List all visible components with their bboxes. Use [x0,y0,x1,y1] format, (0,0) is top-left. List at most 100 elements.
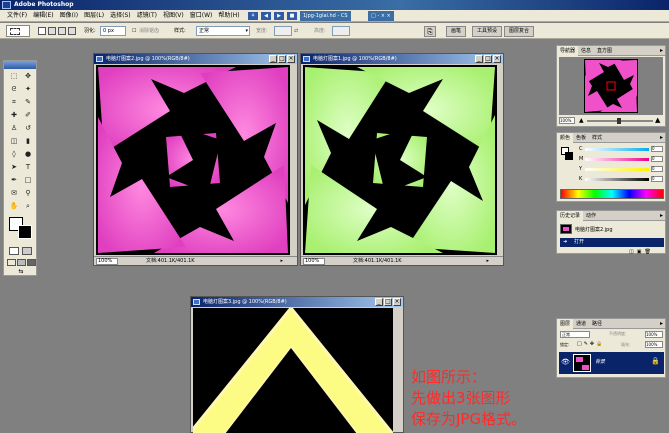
slider-y[interactable] [585,168,649,171]
zoom-field[interactable]: 100% [96,258,118,265]
maximize-button[interactable]: □ [384,298,392,306]
zoom-in-icon[interactable]: ▲ [655,117,660,124]
minimize-button[interactable]: _ [269,55,277,63]
value-k[interactable]: 0 [651,176,663,182]
document-title-bar[interactable]: 电脑灯图案2.jpg @ 100%(RGB/8#) _ □ × [94,54,297,64]
width-input[interactable] [274,26,292,36]
back-icon[interactable]: ◀ [261,12,271,20]
task-controls[interactable]: □ - × × [368,11,394,21]
history-brush-icon[interactable]: ↺ [22,123,34,134]
screen-mode-3-icon[interactable] [27,259,36,266]
eraser-tool-icon[interactable]: ◫ [8,136,20,147]
slider-c[interactable] [585,148,649,151]
tab-tool-presets[interactable]: 工具预设 [472,26,503,37]
minimize-button[interactable]: _ [475,55,483,63]
zoom-out-icon[interactable]: ▲ [579,118,584,124]
panel-menu-icon[interactable]: ▸ [660,134,663,141]
menu-select[interactable]: 选择(S) [107,10,134,22]
screen-mode-1-icon[interactable] [7,259,16,266]
marquee-preset-icon[interactable] [6,25,30,37]
eye-icon[interactable]: 👁 [561,358,570,366]
status-arrow-icon[interactable]: ▸ [486,257,489,266]
menu-edit[interactable]: 编辑(E) [30,10,56,22]
history-step-open[interactable]: ➜ 打开 [560,238,664,247]
marquee-tool-icon[interactable]: ⬚ [8,71,20,82]
style-select[interactable]: 正常 ▾ [196,26,250,36]
tab-swatches[interactable]: 色板 [573,133,589,143]
blur-tool-icon[interactable]: ◊ [8,149,20,160]
tab-layers[interactable]: 图层 [557,319,574,329]
tab-layer-comps[interactable]: 图层复合 [504,26,535,37]
new-selection-icon[interactable] [38,27,46,35]
maximize-button[interactable]: □ [278,55,286,63]
menu-file[interactable]: 文件(F) [4,10,30,22]
menu-layer[interactable]: 图层(L) [81,10,107,22]
add-selection-icon[interactable] [48,27,56,35]
antialias-checkbox[interactable]: ☐ [132,26,136,36]
background-color-swatch[interactable] [18,225,32,239]
close-button[interactable]: × [287,55,295,63]
navigator-zoom-field[interactable]: 100% [559,117,575,124]
zoom-slider-thumb[interactable] [617,118,621,124]
blend-mode-select[interactable]: 正常 [560,331,590,338]
magic-wand-icon[interactable]: ✦ [22,84,34,95]
crop-tool-icon[interactable]: ⌗ [8,97,20,108]
standard-mode-icon[interactable] [9,247,19,255]
navigator-preview[interactable] [559,57,663,115]
close-button[interactable]: × [393,298,401,306]
feather-input[interactable]: 0 px [100,26,126,36]
dodge-tool-icon[interactable]: ● [22,149,34,160]
tab-paths[interactable]: 路径 [589,319,605,329]
tab-actions[interactable]: 动作 [583,211,599,221]
value-m[interactable]: 0 [651,156,663,162]
document-title-bar[interactable]: 电脑灯图案3.jpg @ 100%(RGB/8#) _ □ × [191,297,403,307]
forward-icon[interactable]: ▶ [274,12,284,20]
minimize-button[interactable]: _ [375,298,383,306]
fill-input[interactable]: 100% [645,341,663,348]
quick-mask-icon[interactable] [22,247,32,255]
document-title-bar[interactable]: 电脑灯图案1.jpg @ 100%(RGB/8#) _ □ × [301,54,503,64]
zoom-field[interactable]: 100% [303,258,325,265]
value-y[interactable]: 0 [651,166,663,172]
shape-tool-icon[interactable]: □ [22,175,34,186]
slice-tool-icon[interactable]: ✎ [22,97,34,108]
lasso-tool-icon[interactable]: ᘓ [8,84,20,95]
color-ramp[interactable] [560,189,664,199]
tab-info[interactable]: 信息 [578,46,594,56]
screen-mode-2-icon[interactable] [17,259,26,266]
maximize-button[interactable]: □ [484,55,492,63]
status-arrow-icon[interactable]: ▸ [280,257,283,266]
slider-m[interactable] [585,158,649,161]
menu-image[interactable]: 图像(I) [57,10,81,22]
layer-row-background[interactable]: 👁 背景 🔒 [559,352,664,374]
menu-view[interactable]: 视图(V) [160,10,187,22]
menu-help[interactable]: 帮助(H) [215,10,242,22]
bridge-icon[interactable]: ⚘ [248,12,258,20]
hand-tool-icon[interactable]: ✋ [8,201,20,212]
gradient-tool-icon[interactable]: ▮ [22,136,34,147]
panel-menu-icon[interactable]: ▸ [660,212,663,219]
slider-k[interactable] [585,178,649,181]
tab-history[interactable]: 历史记录 [557,211,584,221]
document-window-2[interactable]: 电脑灯图案2.jpg @ 100%(RGB/8#) _ □ × 100% 文档:40… [93,53,298,266]
palette-well-icon[interactable]: ⎘ [424,26,436,37]
zoom-tool-icon[interactable]: ⌕ [22,201,34,212]
intersect-selection-icon[interactable] [68,27,76,35]
stop-icon[interactable]: ■ [287,12,297,20]
document-window-3[interactable]: 电脑灯图案3.jpg @ 100%(RGB/8#) _ □ × [190,296,404,433]
tab-navigator[interactable]: 导航器 [557,46,579,56]
tab-styles[interactable]: 样式 [589,133,605,143]
clone-stamp-icon[interactable]: ♙ [8,123,20,134]
notes-tool-icon[interactable]: ✉ [8,188,20,199]
snapshot-name[interactable]: 电脑灯图案2.jpg [575,226,613,233]
height-input[interactable] [332,26,350,36]
menu-window[interactable]: 窗口(W) [187,10,216,22]
close-button[interactable]: × [493,55,501,63]
document-window-1[interactable]: 电脑灯图案1.jpg @ 100%(RGB/8#) _ □ × 100% 文档:40… [300,53,504,266]
tab-brushes[interactable]: 画笔 [446,26,467,37]
opacity-input[interactable]: 100% [645,331,663,338]
panel-menu-icon[interactable]: ▸ [660,47,663,54]
history-brush-source-icon[interactable]: ➜ [563,238,567,247]
task-item[interactable]: 1jpg-1glai.hd - CS [300,11,351,21]
menu-filter[interactable]: 滤镜(T) [134,10,160,22]
